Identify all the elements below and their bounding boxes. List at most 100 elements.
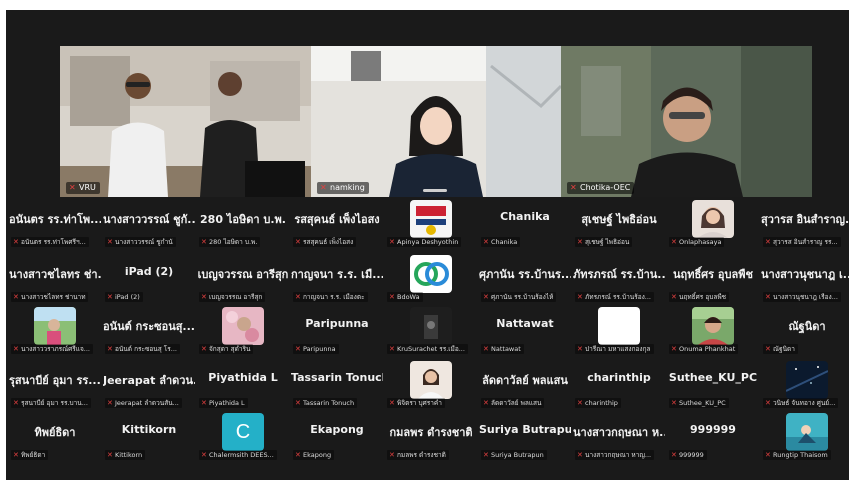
participant-name-label: ✕ Apinya Deshyothin bbox=[387, 237, 462, 247]
mic-muted-icon: ✕ bbox=[201, 451, 207, 459]
participant-tile[interactable]: ✕ BdoWa bbox=[385, 255, 477, 305]
mic-muted-icon: ✕ bbox=[320, 183, 327, 192]
participant-tile[interactable]: กาญจนา ร.ร. เมื... ✕ กาญจนา ร.ร. เมืองตะ bbox=[291, 255, 383, 305]
participant-tile[interactable]: ✕ Apinya Deshyothin bbox=[385, 200, 477, 250]
participant-name: พิจิตรา บุศราคำ bbox=[397, 399, 442, 407]
speaker-name-label: ✕ VRU bbox=[66, 182, 100, 194]
participant-tile[interactable]: ✕ พิจิตรา บุศราคำ bbox=[385, 361, 477, 411]
participant-tile[interactable]: 280 ไอษิดา บ.พ. ✕ 280 ไอษิดา บ.พ. bbox=[197, 200, 289, 250]
participant-name: Kittikorn bbox=[115, 451, 143, 459]
participant-tile[interactable]: ทิพย์ธิดา ✕ ทิพย์ธิดา bbox=[9, 413, 101, 463]
participant-name-label: ✕ นางสาวนุชนาฎ เรือง... bbox=[763, 292, 841, 302]
participant-tile[interactable]: Nattawat ✕ Nattawat bbox=[479, 307, 571, 357]
participant-tile[interactable]: Chanika ✕ Chanika bbox=[479, 200, 571, 250]
participant-tile[interactable]: ✕ จักสุดา สุดำริน bbox=[197, 307, 289, 357]
mic-muted-icon: ✕ bbox=[765, 399, 771, 407]
participant-name-label: ✕ Suthee_KU_PC bbox=[669, 398, 729, 408]
participant-tile[interactable]: charinthip ✕ charinthip bbox=[573, 361, 665, 411]
participant-name-label: ✕ วนิษธ์ จันทอาง ศูนย์... bbox=[763, 398, 839, 408]
participant-tile[interactable]: นางสาววรรณ์ ชูกั... ✕ นางสาววรรณ์ ชูกำนั bbox=[103, 200, 195, 250]
participant-display-name: Kittikorn bbox=[121, 423, 177, 436]
participant-name: Rungtip Thaisom bbox=[773, 451, 828, 459]
participant-tile[interactable]: iPad (2) ✕ iPad (2) bbox=[103, 255, 195, 305]
participant-name: Piyathida L bbox=[209, 399, 245, 407]
participant-tile[interactable]: Tassarin Tonuch ✕ Tassarin Tonuch bbox=[291, 361, 383, 411]
participant-tile[interactable]: C ✕ Chalermsith DEES... bbox=[197, 413, 289, 463]
participant-tile[interactable]: นฤทธิ์ศร อุบลพืช ✕ นฤทธิ์ศร อุบลพืช bbox=[667, 255, 759, 305]
participant-tile[interactable]: ✕ วนิษธ์ จันทอาง ศูนย์... bbox=[761, 361, 849, 411]
participant-tile[interactable]: รสสุคนธ์ เพ็งไอสง ✕ รสสุคนธ์ เพ็งไอสง bbox=[291, 200, 383, 250]
participant-tile[interactable]: อนันตร รร.ท่าโพ... ✕ อนันตร รร.ท่าโพศรีฯ..… bbox=[9, 200, 101, 250]
participant-tile[interactable]: ศุภานัน รร.บ้านร... ✕ ศุภานัน รร.บ้านร้องไ… bbox=[479, 255, 571, 305]
participant-name: กมลพร ดำรงชาติ bbox=[397, 451, 446, 459]
participant-display-name: ลัดดาวัลย์ พลแสน bbox=[482, 374, 568, 387]
participant-name-label: ✕ ลัดดาวัลย์ พลแสน bbox=[481, 398, 545, 408]
mic-muted-icon: ✕ bbox=[577, 451, 583, 459]
participant-video-thumbnail bbox=[34, 307, 76, 345]
participant-name: Paripunna bbox=[303, 345, 336, 353]
participant-name-label: ✕ อนันตร รร.ท่าโพศรีฯ... bbox=[11, 237, 89, 247]
participant-display-name: รุสนาบีย์ อุมา รร.... bbox=[9, 374, 101, 387]
participant-video-thumbnail bbox=[222, 307, 264, 345]
participant-name: Onlaphasaya bbox=[679, 238, 722, 246]
participant-tile[interactable]: Suthee_KU_PC ✕ Suthee_KU_PC bbox=[667, 361, 759, 411]
participant-display-name: นางสาวชไลทร ช่า... bbox=[9, 268, 101, 281]
participant-name: Chalermsith DEES... bbox=[209, 451, 274, 459]
participant-tile[interactable]: Ekapong ✕ Ekapong bbox=[291, 413, 383, 463]
participant-tile[interactable]: Piyathida L ✕ Piyathida L bbox=[197, 361, 289, 411]
participant-tile[interactable]: เบญจวรรณ อารีสุก ✕ เบญจวรรณ อารีสุก bbox=[197, 255, 289, 305]
mic-muted-icon: ✕ bbox=[389, 238, 395, 246]
panel-resize-handle[interactable] bbox=[423, 189, 447, 192]
participant-video-thumbnail bbox=[786, 413, 828, 451]
participant-name: iPad (2) bbox=[115, 293, 140, 301]
mic-muted-icon: ✕ bbox=[765, 345, 771, 353]
participant-tile[interactable]: นางสาวนุชนาฎ เ... ✕ นางสาวนุชนาฎ เรือง... bbox=[761, 255, 849, 305]
participant-tile[interactable]: Kittikorn ✕ Kittikorn bbox=[103, 413, 195, 463]
participant-tile[interactable]: อนันต์ กระซอนสุ... ✕ อนันต์ กระซอนสุ โร... bbox=[103, 307, 195, 357]
speaker-tile-vru[interactable]: ✕ VRU bbox=[60, 46, 311, 197]
participant-tile[interactable]: รุสนาบีย์ อุมา รร.... ✕ รุสนาบีย์ อุมา รร.… bbox=[9, 361, 101, 411]
participant-tile[interactable]: นางสาวกฤษณา ห... ✕ นางสาวกฤษณา หาญ... bbox=[573, 413, 665, 463]
mic-muted-icon: ✕ bbox=[13, 293, 19, 301]
participant-tile[interactable]: ✕ Rungtip Thaisom bbox=[761, 413, 849, 463]
participant-name: Apinya Deshyothin bbox=[397, 238, 459, 246]
participant-tile[interactable]: ภัทรภรณ์ รร.บ้าน... ✕ ภัทรภรณ์ รร.บ้านร้อง… bbox=[573, 255, 665, 305]
participant-tile[interactable]: Suriya Butrapun ✕ Suriya Butrapun bbox=[479, 413, 571, 463]
participant-display-name: iPad (2) bbox=[124, 265, 174, 278]
participant-tile[interactable]: ✕ Onuma Phankhat bbox=[667, 307, 759, 357]
participant-tile[interactable]: ✕ นางสาววราภรณ์ศรีแจ... bbox=[9, 307, 101, 357]
participant-tile[interactable]: ณัฐนิดา ✕ ณัฐนิดา bbox=[761, 307, 849, 357]
mic-muted-icon: ✕ bbox=[577, 399, 583, 407]
speaker-tile-chotika-oec[interactable]: ✕ Chotika-OEC bbox=[561, 46, 812, 197]
participant-name-label: ✕ 280 ไอษิดา บ.พ. bbox=[199, 237, 261, 247]
participant-name-label: ✕ iPad (2) bbox=[105, 292, 143, 302]
participant-tile[interactable]: สุเชษฐ์ ไพธิอ่อน ✕ สุเชษฐ์ ไพธิอ่อน bbox=[573, 200, 665, 250]
participant-tile[interactable]: ลัดดาวัลย์ พลแสน ✕ ลัดดาวัลย์ พลแสน bbox=[479, 361, 571, 411]
participant-name-label: ✕ Ekapong bbox=[293, 450, 335, 460]
participant-video-thumbnail: C bbox=[222, 413, 264, 451]
participant-tile[interactable]: สุวารส อินสำราญ... ✕ สุวารส อินสำราญ รร... bbox=[761, 200, 849, 250]
mic-muted-icon: ✕ bbox=[295, 345, 301, 353]
participant-tile[interactable]: ✕ Onlaphasaya bbox=[667, 200, 759, 250]
mic-muted-icon: ✕ bbox=[483, 451, 489, 459]
participant-name-label: ✕ นางสาววรรณ์ ชูกำนั bbox=[105, 237, 176, 247]
mic-muted-icon: ✕ bbox=[483, 238, 489, 246]
participant-name: ณัฐนิดา bbox=[773, 345, 795, 353]
participant-tile[interactable]: นางสาวชไลทร ช่า... ✕ นางสาวชไลทร ช่านาท bbox=[9, 255, 101, 305]
participant-name-label: ✕ Tassarin Tonuch bbox=[293, 398, 358, 408]
participant-display-name: Chanika bbox=[500, 210, 550, 223]
participant-tile[interactable]: Paripunna ✕ Paripunna bbox=[291, 307, 383, 357]
participant-name-label: ✕ Onuma Phankhat bbox=[669, 344, 739, 354]
participant-tile[interactable]: 999999 ✕ 999999 bbox=[667, 413, 759, 463]
participant-name-label: ✕ Rungtip Thaisom bbox=[763, 450, 831, 460]
participant-tile[interactable]: กมลพร ดำรงชาติ ✕ กมลพร ดำรงชาติ bbox=[385, 413, 477, 463]
participant-tile[interactable]: ✕ KruSurachet รร.เมือ... bbox=[385, 307, 477, 357]
mic-muted-icon: ✕ bbox=[107, 399, 113, 407]
mic-muted-icon: ✕ bbox=[765, 238, 771, 246]
participant-tile[interactable]: ✕ ปารีณา มหาแสงกองกุล bbox=[573, 307, 665, 357]
speaker-tile-namking[interactable]: ✕ namking bbox=[311, 46, 561, 197]
participant-tile[interactable]: Jeerapat ลำดวน... ✕Jeerapat ลำดวนสัน... bbox=[103, 361, 195, 411]
participant-name: วนิษธ์ จันทอาง ศูนย์... bbox=[773, 399, 836, 407]
participant-display-name: ศุภานัน รร.บ้านร... bbox=[479, 268, 571, 281]
mic-muted-icon: ✕ bbox=[389, 345, 395, 353]
